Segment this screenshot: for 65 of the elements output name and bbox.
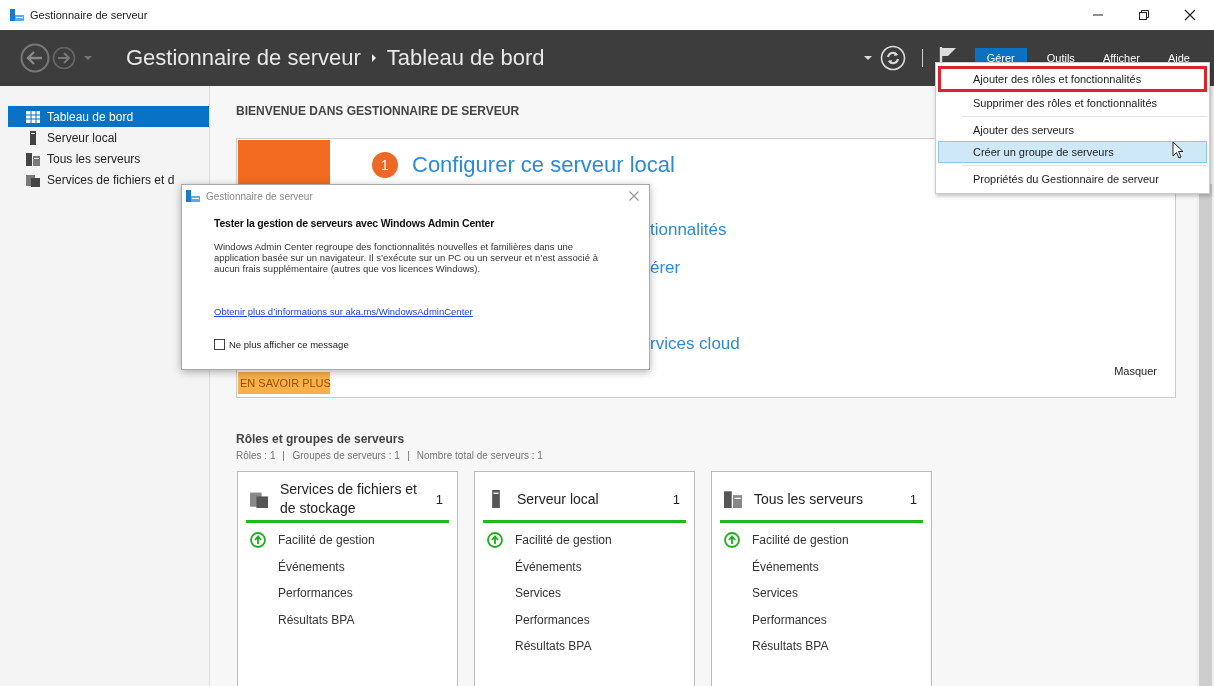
- app-icon: [10, 9, 24, 21]
- menu-item[interactable]: Propriétés du Gestionnaire de serveur: [938, 168, 1207, 190]
- info-link[interactable]: Obtenir plus d’informations sur aka.ms/WindowsAdminCenter: [214, 306, 619, 317]
- dashboard-grid-icon: [26, 109, 40, 124]
- tile-count: 1: [435, 491, 444, 507]
- sidebar-item[interactable]: Serveur local: [8, 127, 209, 148]
- tile-link[interactable]: Services: [515, 586, 561, 601]
- summary-text: Nombre total de serveurs : 1: [416, 450, 543, 461]
- tile-link[interactable]: Facilité de gestion: [515, 533, 612, 548]
- tile-link[interactable]: Performances: [278, 586, 353, 601]
- tile-link[interactable]: Événements: [752, 559, 819, 574]
- summary-text: Groupes de serveurs : 1: [292, 450, 400, 461]
- tile-link[interactable]: Performances: [752, 612, 827, 627]
- app-icon: [186, 190, 200, 202]
- tile-count: 1: [909, 491, 918, 507]
- tile-link[interactable]: Événements: [278, 559, 345, 574]
- folders-icon: [250, 490, 268, 508]
- checkbox[interactable]: [214, 339, 225, 350]
- tile-link[interactable]: Résultats BPA: [278, 612, 355, 627]
- tile-title[interactable]: Tous les serveurs: [754, 489, 898, 509]
- scrollbar-thumb[interactable]: [1199, 184, 1212, 686]
- restore-icon[interactable]: [1138, 9, 1150, 21]
- tile-link[interactable]: Facilité de gestion: [278, 533, 375, 548]
- mouse-cursor-icon: [1172, 141, 1184, 159]
- folders-icon: [26, 172, 40, 187]
- breadcrumb-item[interactable]: Gestionnaire de serveur: [126, 45, 361, 71]
- step-number-badge: 1: [372, 152, 398, 178]
- tile-link[interactable]: Performances: [515, 612, 590, 627]
- breadcrumb-item[interactable]: Tableau de bord: [386, 45, 545, 71]
- section-title: Rôles et groupes de serveurs: [236, 432, 406, 446]
- sidebar-item[interactable]: Services de fichiers et d: [8, 169, 209, 190]
- sidebar-item[interactable]: Tableau de bord: [8, 106, 209, 127]
- task-link[interactable]: rvices cloud: [650, 334, 740, 354]
- close-icon[interactable]: [1184, 9, 1196, 21]
- menu-item[interactable]: Outils: [1038, 48, 1083, 68]
- summary-text: Rôles : 1: [236, 450, 276, 461]
- task-link[interactable]: tionnalités: [650, 220, 740, 240]
- menu-item[interactable]: Ajouter des rôles et fonctionnalités: [938, 66, 1207, 92]
- tile-link[interactable]: Résultats BPA: [515, 639, 592, 654]
- breadcrumb-arrow-icon: [370, 53, 377, 63]
- dialog-heading: Tester la gestion de serveurs avec Windows Admin Center: [214, 217, 496, 229]
- tile-link[interactable]: Résultats BPA: [752, 639, 829, 654]
- tile-link[interactable]: Services: [752, 586, 798, 601]
- caret-icon[interactable]: [863, 55, 872, 61]
- task-link[interactable]: érer: [650, 258, 740, 278]
- step-link[interactable]: Configurer ce serveur local: [412, 152, 675, 178]
- tile-title[interactable]: Services de fichiers et de stockage: [280, 480, 424, 518]
- servers-icon: [26, 151, 40, 166]
- hide-link[interactable]: Masquer: [1114, 365, 1157, 377]
- refresh-icon[interactable]: [879, 45, 906, 71]
- menu-item[interactable]: Aide: [1159, 48, 1198, 68]
- tile-title[interactable]: Serveur local: [517, 489, 661, 509]
- menu-item[interactable]: Supprimer des rôles et fonctionnalités: [938, 92, 1207, 114]
- menu-item[interactable]: Ajouter des serveurs: [938, 119, 1207, 141]
- tile-link[interactable]: Facilité de gestion: [752, 533, 849, 548]
- menu-item[interactable]: Afficher: [1094, 48, 1148, 68]
- servers-icon: [724, 490, 742, 508]
- window-title: Gestionnaire de serveur: [30, 9, 148, 21]
- menu-item[interactable]: Créer un groupe de serveurs: [938, 141, 1207, 163]
- sidebar-item[interactable]: Tous les serveurs: [8, 148, 209, 169]
- tile-count: 1: [672, 491, 681, 507]
- dialog-text: Windows Admin Center regroupe des fonctionnalités nouvelles et familières dans une application basée sur un navigateur. Il s’exécute sur un PC ou un serveur et n’est associé à aucun frais supplémentaire (autres que vos licences Windows).: [214, 241, 599, 274]
- dialog-title: Gestionnaire de serveur: [206, 190, 313, 202]
- tile-link[interactable]: Événements: [515, 559, 582, 574]
- checkbox-label: Ne plus afficher ce message: [229, 339, 349, 350]
